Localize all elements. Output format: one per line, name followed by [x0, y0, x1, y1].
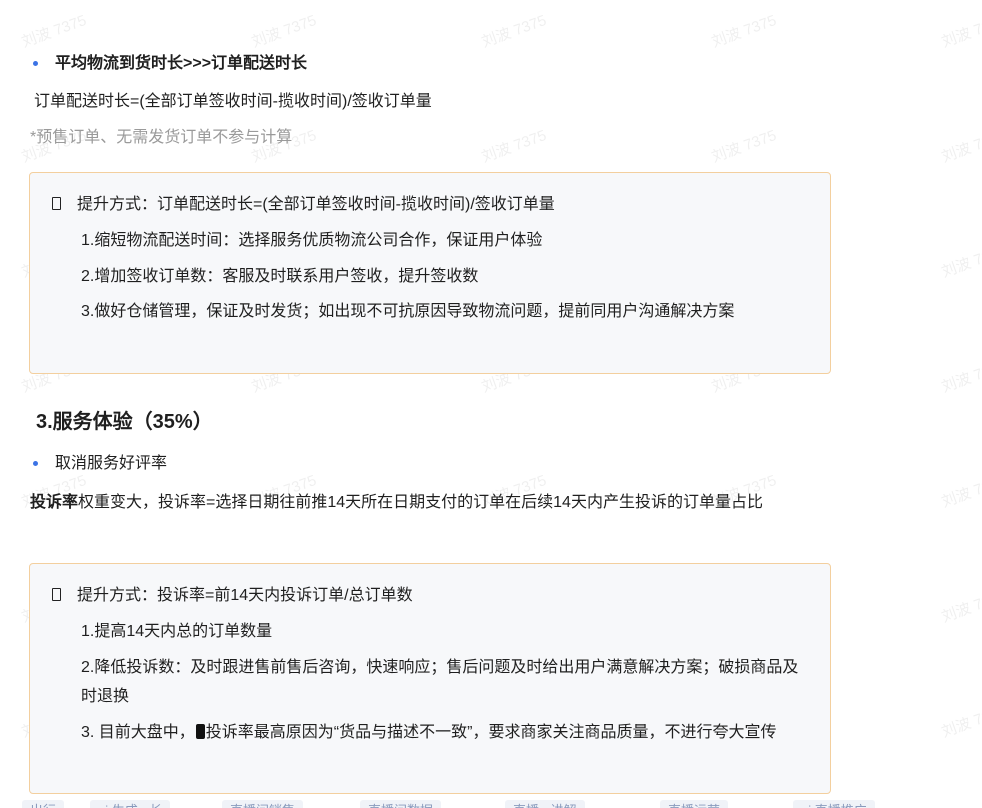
- card-item-rest: 投诉率最高原因为“货品与描述不一致”，要求商家关注商品质量，不进行夸大宣传: [205, 724, 777, 741]
- complaint-rate-paragraph: 投诉率权重变大，投诉率=选择日期往前推14天所在日期支付的订单在后续14天内产生…: [30, 488, 830, 517]
- card-head: 提升方式：投诉率=前14天内投诉订单/总订单数: [52, 584, 413, 608]
- card-head-text: 提升方式：订单配送时长=(全部订单签收时间-揽收时间)/签收订单量: [77, 196, 555, 213]
- bottom-tab[interactable]: ai 生成 · 长: [90, 800, 171, 808]
- card-head: 提升方式：订单配送时长=(全部订单签收时间-揽收时间)/签收订单量: [52, 193, 555, 217]
- bullet-dot-icon: [33, 461, 38, 467]
- card-item: 3.做好仓储管理，保证及时发货；如出现不可抗原因导致物流问题，提前同用户沟通解决…: [81, 303, 735, 320]
- bottom-tab[interactable]: 直播间销售: [222, 800, 304, 808]
- document-body: 平均物流到货时长>>>订单配送时长 订单配送时长=(全部订单签收时间-揽收时间)…: [0, 0, 982, 808]
- bottom-tab[interactable]: 直播运营: [660, 800, 729, 808]
- card-head-text: 提升方式：投诉率=前14天内投诉订单/总订单数: [77, 587, 413, 604]
- section-title-service: 3.服务体验（35%）: [36, 411, 213, 433]
- bottom-tab[interactable]: 直播 · 讲解: [505, 800, 585, 808]
- card-item-lead: 3. 目前大盘中，: [81, 724, 195, 741]
- improvement-card-delivery: 提升方式：订单配送时长=(全部订单签收时间-揽收时间)/签收订单量 1.缩短物流…: [29, 172, 831, 374]
- paragraph-text: 权重变大，投诉率=选择日期往前推14天所在日期支付的订单在后续14天内产生投诉的…: [78, 494, 763, 511]
- checkbox-icon: [52, 197, 61, 210]
- bullet-dot-icon: [33, 61, 38, 67]
- bullet-text: 平均物流到货时长>>>订单配送时长: [55, 55, 308, 72]
- bullet-cancel-rate: 取消服务好评率: [30, 452, 167, 476]
- checkbox-icon: [52, 588, 61, 601]
- bullet-logistics-title: 平均物流到货时长>>>订单配送时长: [30, 52, 307, 76]
- bottom-tab-strip: 出行 ai 生成 · 长 直播间销售 直播间数据 直播 · 讲解 直播运营 ai…: [0, 798, 982, 808]
- bottom-tab[interactable]: 出行: [22, 800, 65, 808]
- exclusion-note: *预售订单、无需发货订单不参与计算: [30, 129, 293, 146]
- term-complaint-rate: 投诉率: [30, 494, 79, 511]
- bottom-tab[interactable]: ai 直播推广: [793, 800, 875, 808]
- bullet-text: 取消服务好评率: [55, 455, 168, 472]
- improvement-card-complaint: 提升方式：投诉率=前14天内投诉订单/总订单数 1.提高14天内总的订单数量 2…: [29, 563, 831, 794]
- delivery-formula: 订单配送时长=(全部订单签收时间-揽收时间)/签收订单量: [34, 93, 432, 110]
- card-item: 1.缩短物流配送时间：选择服务优质物流公司合作，保证用户体验: [81, 232, 543, 249]
- card-item: 2.增加签收订单数：客服及时联系用户签收，提升签收数: [81, 268, 479, 285]
- card-item: 3. 目前大盘中， 投诉率最高原因为“货品与描述不一致”，要求商家关注商品质量，不…: [81, 718, 801, 747]
- card-item: 2.降低投诉数：及时跟进售前售后咨询，快速响应；售后问题及时给出用户满意解决方案…: [81, 659, 799, 705]
- card-item: 1.提高14天内总的订单数量: [81, 623, 273, 640]
- cursor-marker-icon: [195, 724, 205, 739]
- bottom-tab[interactable]: 直播间数据: [360, 800, 442, 808]
